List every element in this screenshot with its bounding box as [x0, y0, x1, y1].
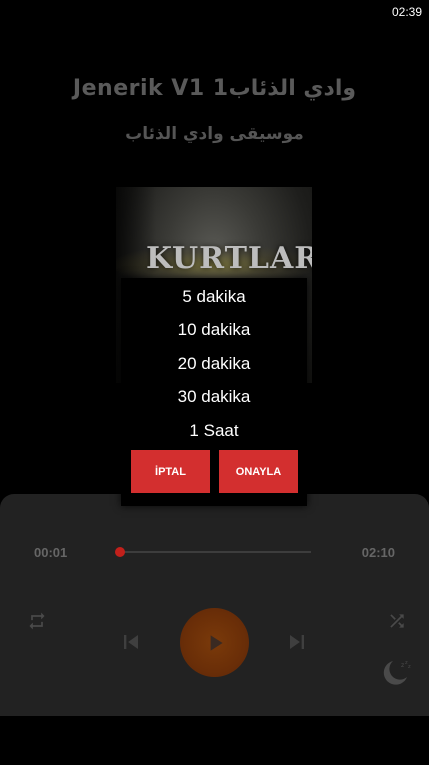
track-title: Jenerik V1 1وادي الذئاب — [72, 76, 357, 101]
next-button[interactable] — [282, 627, 312, 657]
sleep-option-20-min[interactable]: 20 dakika — [121, 354, 307, 374]
total-time: 02:10 — [361, 545, 395, 560]
seek-thumb[interactable] — [115, 547, 125, 557]
play-icon — [210, 634, 223, 651]
status-bar-time: 02:39 — [391, 5, 422, 19]
svg-text:z: z — [408, 664, 411, 670]
sleep-option-5-min[interactable]: 5 dakika — [121, 287, 307, 307]
current-time: 00:01 — [34, 545, 68, 560]
track-artist: موسيقى وادي الذئاب — [125, 124, 304, 144]
play-button[interactable] — [180, 608, 249, 677]
shuffle-button[interactable] — [384, 608, 410, 634]
album-art-logo: KURTLAR — [146, 241, 312, 276]
seek-bar[interactable] — [120, 551, 311, 553]
cancel-button[interactable]: İPTAL — [131, 450, 210, 493]
confirm-button[interactable]: ONAYLA — [219, 450, 298, 493]
repeat-icon — [29, 612, 45, 630]
sleep-moon-icon: z z z — [383, 660, 411, 685]
player-panel — [0, 494, 429, 716]
bottom-bar — [0, 716, 429, 765]
skip-previous-icon — [124, 635, 138, 649]
sleep-option-1-hour[interactable]: 1 Saat — [121, 421, 307, 441]
skip-next-icon — [290, 635, 304, 649]
sleep-option-10-min[interactable]: 10 dakika — [121, 320, 307, 340]
sleep-timer-dialog: 5 dakika 10 dakika 20 dakika 30 dakika 1… — [121, 278, 307, 506]
shuffle-icon — [390, 614, 404, 628]
svg-text:z: z — [401, 662, 404, 669]
repeat-button[interactable] — [24, 608, 50, 634]
sleep-timer-button[interactable]: z z z — [379, 655, 413, 689]
sleep-option-30-min[interactable]: 30 dakika — [121, 387, 307, 407]
previous-button[interactable] — [116, 627, 146, 657]
